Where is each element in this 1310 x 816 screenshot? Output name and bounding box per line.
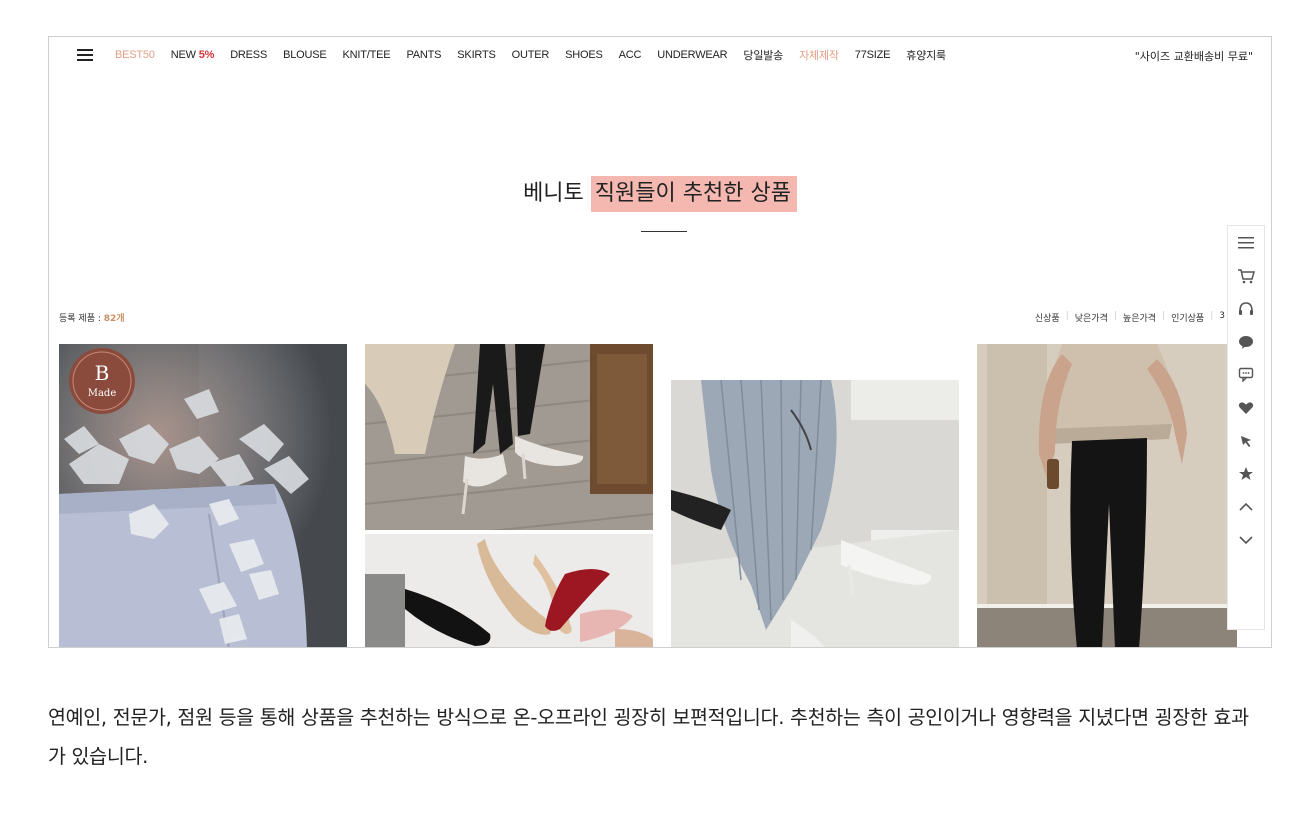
nav-item-same-day[interactable]: 당일발송 [743, 47, 783, 63]
nav-item-underwear[interactable]: UNDERWEAR [657, 49, 727, 61]
top-navigation: BEST50 NEW 5% DRESS BLOUSE KNIT/TEE PANT… [49, 37, 1271, 73]
favorites-button[interactable] [1228, 457, 1264, 490]
sort-divider: | [1162, 311, 1166, 321]
nav-item-dress[interactable]: DRESS [230, 49, 267, 61]
nav-item-new[interactable]: NEW 5% [170, 49, 215, 61]
sort-low-price[interactable]: 낮은가격 [1075, 311, 1108, 324]
nav-item-77size[interactable]: 77SIZE [855, 49, 891, 61]
nav-item-acc[interactable]: ACC [619, 49, 642, 61]
promo-text[interactable]: "사이즈 교환배송비 무료" [1135, 48, 1253, 64]
product-image-1[interactable]: B Made [59, 344, 347, 647]
nav-item-pants[interactable]: PANTS [406, 49, 441, 61]
nav-item-shoes[interactable]: SHOES [565, 49, 603, 61]
sort-divider: | [1065, 311, 1069, 321]
sort-popular[interactable]: 인기상품 [1171, 311, 1204, 324]
message-icon [1238, 367, 1254, 382]
page-title: 베니토 직원들이 추천한 상품 [49, 175, 1271, 212]
article-caption: 연예인, 전문가, 점원 등을 통해 상품을 추천하는 방식으로 온-오프라인 … [48, 706, 1249, 768]
headset-icon [1239, 301, 1253, 315]
product-photo-lavender-pants: B Made [59, 344, 347, 647]
new-discount-label: 5% [198, 49, 215, 61]
cart-icon [1238, 268, 1255, 283]
customer-service-button[interactable] [1228, 292, 1264, 325]
scroll-bottom-button[interactable] [1228, 523, 1264, 556]
badge-letter: B [95, 361, 110, 385]
quick-menu-button[interactable] [1228, 226, 1264, 259]
message-button[interactable] [1228, 358, 1264, 391]
chevron-up-icon [1239, 502, 1253, 511]
floating-quick-menu [1227, 225, 1265, 630]
sort-divider: | [1210, 311, 1214, 321]
chevron-down-icon [1239, 535, 1253, 544]
product-photo-beige-top-look [977, 344, 1237, 647]
heart-icon [1238, 401, 1254, 414]
menu-icon [1238, 236, 1254, 248]
cursor-icon [1241, 435, 1251, 447]
nav-item-resort-look[interactable]: 휴양지룩 [906, 47, 946, 63]
product-image-2a[interactable] [365, 344, 653, 530]
kakao-chat-button[interactable] [1228, 325, 1264, 358]
nav-item-skirts[interactable]: SKIRTS [457, 49, 496, 61]
product-image-2b[interactable] [365, 534, 653, 647]
title-highlight: 직원들이 추천한 상품 [590, 176, 797, 212]
badge-text: Made [88, 388, 117, 399]
product-photo-shoe-collection [365, 534, 653, 647]
menu-icon[interactable] [77, 49, 93, 61]
nav-item-best50[interactable]: BEST50 [115, 49, 155, 61]
nav-item-outer[interactable]: OUTER [512, 49, 550, 61]
sort-high-price[interactable]: 높은가격 [1123, 311, 1156, 324]
product-image-3[interactable] [671, 380, 959, 647]
star-icon [1239, 467, 1253, 480]
nav-item-knit-tee[interactable]: KNIT/TEE [343, 49, 391, 61]
wishlist-button[interactable] [1228, 391, 1264, 424]
title-divider [641, 231, 687, 232]
sort-options: 신상품 | 낮은가격 | 높은가격 | 인기상품 | 3 [1035, 311, 1225, 324]
nav-item-new-label: NEW [170, 49, 199, 61]
category-menu: BEST50 NEW 5% DRESS BLOUSE KNIT/TEE PANT… [115, 47, 962, 63]
site-frame: BEST50 NEW 5% DRESS BLOUSE KNIT/TEE PANT… [48, 36, 1272, 648]
recent-view-button[interactable] [1228, 424, 1264, 457]
nav-item-own-made[interactable]: 자체제작 [799, 47, 839, 63]
product-count: 등록 제품 : 82개 [59, 311, 125, 324]
b-made-badge: B Made [69, 348, 135, 414]
title-brand: 베니토 [523, 181, 591, 206]
product-photo-white-pumps [365, 344, 653, 530]
product-photo-pleated-skirt [671, 380, 959, 647]
nav-item-blouse[interactable]: BLOUSE [283, 49, 327, 61]
sort-divider: | [1113, 311, 1117, 321]
product-count-value: 82개 [103, 314, 125, 324]
scroll-top-button[interactable] [1228, 490, 1264, 523]
product-count-label: 등록 제품 : [59, 314, 104, 324]
chat-icon [1239, 335, 1253, 349]
cart-button[interactable] [1228, 259, 1264, 292]
product-image-4[interactable] [977, 344, 1237, 647]
sort-more[interactable]: 3 [1219, 311, 1225, 324]
sort-newest[interactable]: 신상품 [1035, 311, 1060, 324]
